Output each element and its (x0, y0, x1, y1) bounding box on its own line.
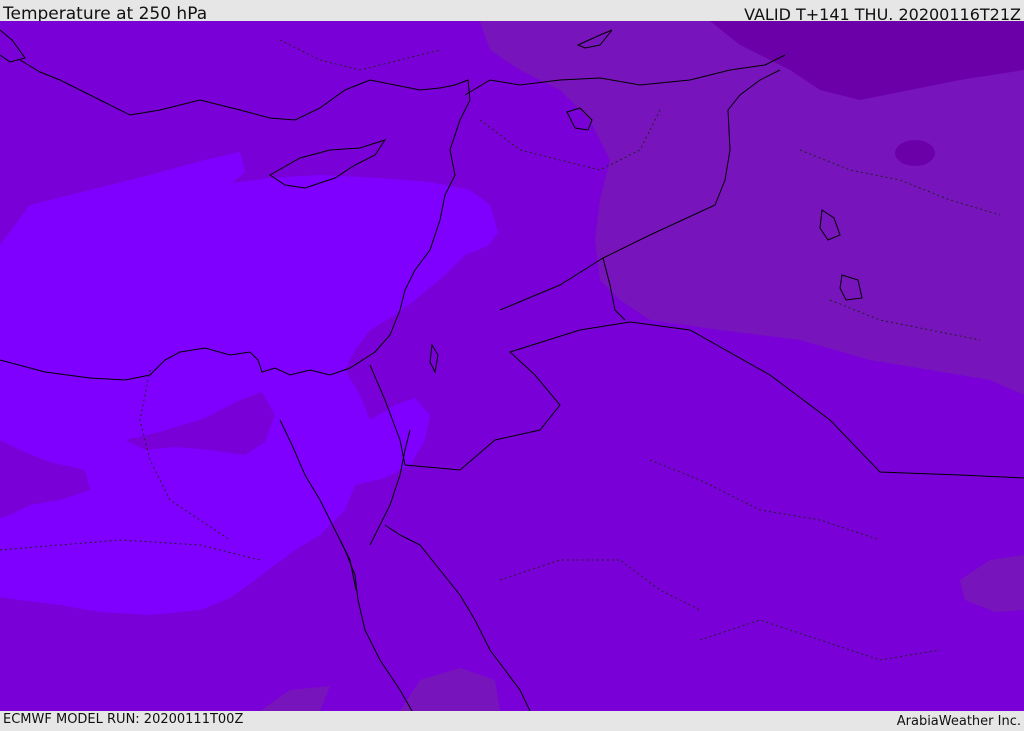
footer-bar: ECMWF MODEL RUN: 20200111T00Z ArabiaWeat… (0, 711, 1024, 729)
field-warmest-spot (895, 140, 935, 166)
header-bar: Temperature at 250 hPa VALID T+141 THU. … (0, 0, 1024, 24)
model-run-label: ECMWF MODEL RUN: 20200111T00Z (3, 712, 244, 727)
temperature-map (0, 21, 1024, 711)
credit-label: ArabiaWeather Inc. (896, 714, 1021, 729)
